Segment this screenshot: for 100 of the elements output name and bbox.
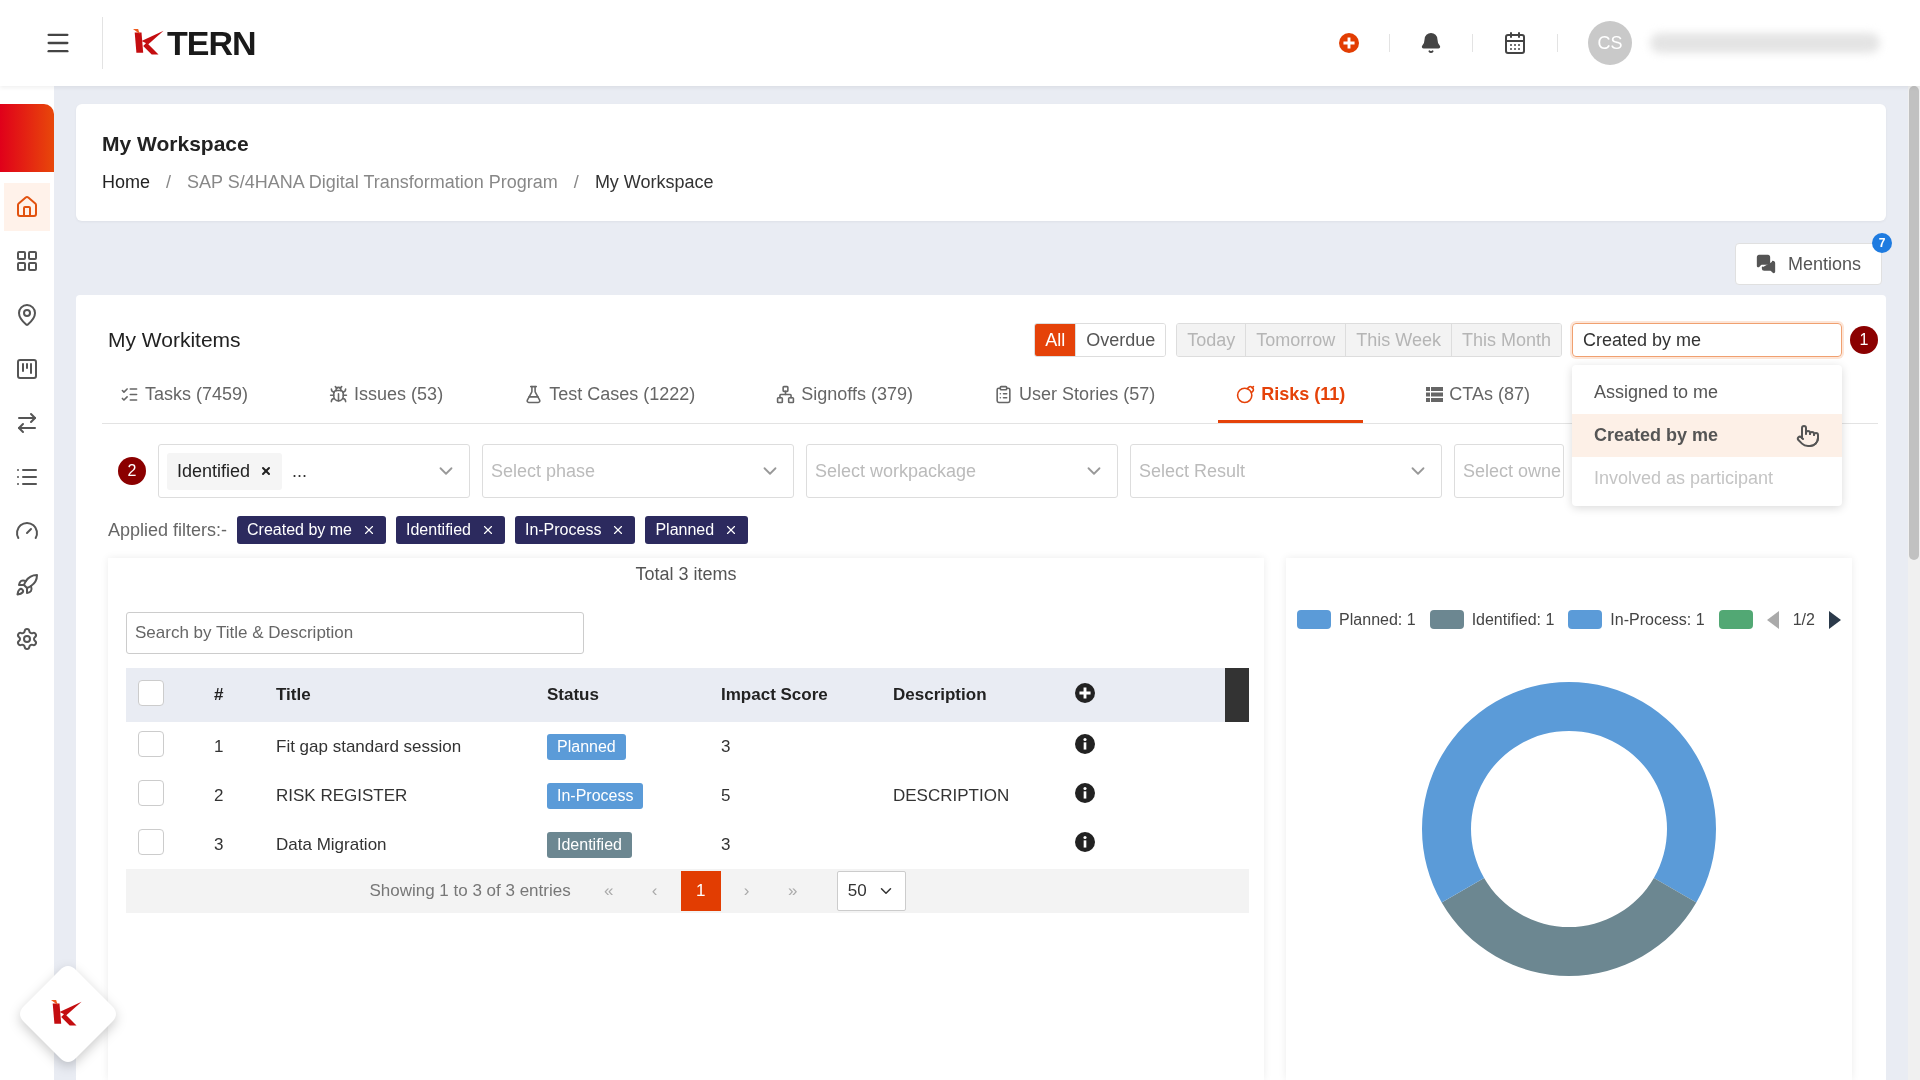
table-cell: 1 <box>206 722 268 771</box>
remove-icon[interactable] <box>260 465 273 477</box>
logo-text: TERN <box>167 23 256 63</box>
calendar-icon[interactable] <box>1503 31 1527 55</box>
sidebar-item[interactable] <box>4 183 50 231</box>
settings-icon <box>15 627 39 651</box>
page-title: My Workspace <box>102 132 250 156</box>
sidebar-header <box>0 104 54 172</box>
select-placeholder: Select workpackage <box>815 460 977 482</box>
tab[interactable]: Risks (11) <box>1218 369 1364 423</box>
step-badge: 2 <box>118 457 146 485</box>
tab[interactable]: Test Cases (1222) <box>506 369 714 423</box>
plus-circle-icon <box>1339 33 1359 53</box>
clipboard-icon <box>994 385 1014 404</box>
page-button[interactable]: 1 <box>680 871 721 911</box>
add-button[interactable] <box>1339 33 1359 53</box>
legend-page: 1/2 <box>1792 610 1815 629</box>
bell-icon[interactable] <box>1420 32 1442 54</box>
dropdown-option[interactable]: Assigned to me <box>1572 371 1842 414</box>
legend-swatch[interactable] <box>1429 610 1464 629</box>
applied-filter-tag[interactable]: Identified <box>396 516 505 544</box>
donut-slice[interactable] <box>1569 682 1716 903</box>
applied-filter-tag[interactable]: Planned <box>645 516 749 544</box>
next-page-icon[interactable] <box>1828 610 1841 629</box>
filter-chip[interactable]: Identified <box>167 452 283 490</box>
info-icon <box>1075 783 1095 803</box>
tab[interactable]: User Stories (57) <box>976 369 1174 423</box>
breadcrumb-separator: / <box>573 172 579 193</box>
tab[interactable]: Issues (53) <box>311 369 462 423</box>
column-header: Description <box>885 668 1067 722</box>
grid-icon <box>15 249 39 273</box>
legend-swatch[interactable] <box>1297 610 1332 629</box>
legend-label[interactable]: Identified: 1 <box>1471 610 1555 629</box>
breadcrumb-item: My Workspace <box>594 172 714 193</box>
select-placeholder: Select Result <box>1139 460 1246 482</box>
home-icon <box>15 195 39 219</box>
info-icon <box>1075 832 1095 852</box>
table-cell-text: Data Migration <box>275 833 388 856</box>
more-text: ... <box>292 460 308 482</box>
hierarchy-icon <box>776 385 796 404</box>
total-count: Total 3 items <box>634 564 738 585</box>
step-badge: 1 <box>1850 326 1878 354</box>
select-all-checkbox[interactable] <box>138 679 164 706</box>
column-header: # <box>206 668 268 722</box>
row-checkbox[interactable] <box>138 780 164 806</box>
arrows-icon <box>15 411 39 435</box>
period-button[interactable]: All <box>1035 324 1076 356</box>
applied-filter-tag[interactable]: Created by me <box>237 516 386 544</box>
legend-swatch[interactable] <box>1718 610 1753 629</box>
donut-slice[interactable] <box>1441 878 1697 976</box>
count-badge: 7 <box>1872 233 1892 253</box>
tab[interactable]: Signoffs (379) <box>758 369 932 423</box>
hand-cursor-icon <box>1796 423 1820 448</box>
row-checkbox[interactable] <box>138 731 164 757</box>
table-cell-text: 3 <box>720 833 732 856</box>
table-cell: Fit gap standard session <box>268 722 539 771</box>
breadcrumb-item[interactable]: SAP S/4HANA Digital Transformation Program <box>187 172 558 193</box>
flask-icon <box>524 385 544 404</box>
applied-filter-tag[interactable]: In-Process <box>514 516 636 544</box>
row-checkbox[interactable] <box>138 829 164 855</box>
select-placeholder: Select owne <box>1463 460 1562 482</box>
scrollbar-thumb[interactable] <box>1225 668 1249 722</box>
remove-icon[interactable] <box>362 523 376 537</box>
checklist-icon <box>120 385 139 404</box>
table-cell: 3 <box>713 722 885 771</box>
info-icon <box>1075 734 1095 754</box>
table-cell: DESCRIPTION <box>893 785 1010 805</box>
map-pin-icon <box>15 303 39 327</box>
legend-swatch[interactable] <box>1568 610 1603 629</box>
table-cell-text: 3 <box>213 833 225 856</box>
section-title: My Workitems <box>108 328 242 352</box>
rocket-icon <box>15 573 39 597</box>
legend-label[interactable]: Planned: 1 <box>1339 610 1416 629</box>
entries-summary: Showing 1 to 3 of 3 entries <box>369 881 571 901</box>
board-icon <box>15 357 39 381</box>
table-cell-text: 2 <box>213 784 225 807</box>
table-cell-text: 5 <box>720 784 732 807</box>
chat-icon <box>1755 254 1776 274</box>
plus-circle-icon <box>1075 682 1095 703</box>
table-list-icon <box>1426 387 1444 402</box>
owner-select[interactable]: Created by me <box>1572 323 1842 357</box>
column-header: Status <box>539 668 713 722</box>
scrollbar-thumb[interactable] <box>1909 86 1919 560</box>
legend-label[interactable]: In-Process: 1 <box>1610 610 1705 629</box>
filter-select[interactable]: Identified ... <box>158 444 470 498</box>
search-field[interactable]: Search by Title & Description <box>126 612 584 654</box>
status-tag: Identified <box>547 831 632 858</box>
bomb-icon <box>1236 385 1256 404</box>
period-button[interactable]: Overdue <box>1075 324 1166 356</box>
bug-icon <box>329 385 349 404</box>
donut-slice[interactable] <box>1422 682 1569 903</box>
tab[interactable]: CTAs (87) <box>1408 369 1548 423</box>
page-size-select[interactable]: 50 <box>836 871 906 911</box>
status-tag: Planned <box>547 733 626 760</box>
tab[interactable]: Tasks (7459) <box>102 369 267 423</box>
dropdown-option[interactable]: Created by me <box>1572 414 1842 457</box>
status-tag: In-Process <box>547 782 644 809</box>
column-header: Title <box>268 668 539 722</box>
breadcrumb-item[interactable]: Home <box>102 172 150 193</box>
column-header: Impact Score <box>713 668 885 722</box>
